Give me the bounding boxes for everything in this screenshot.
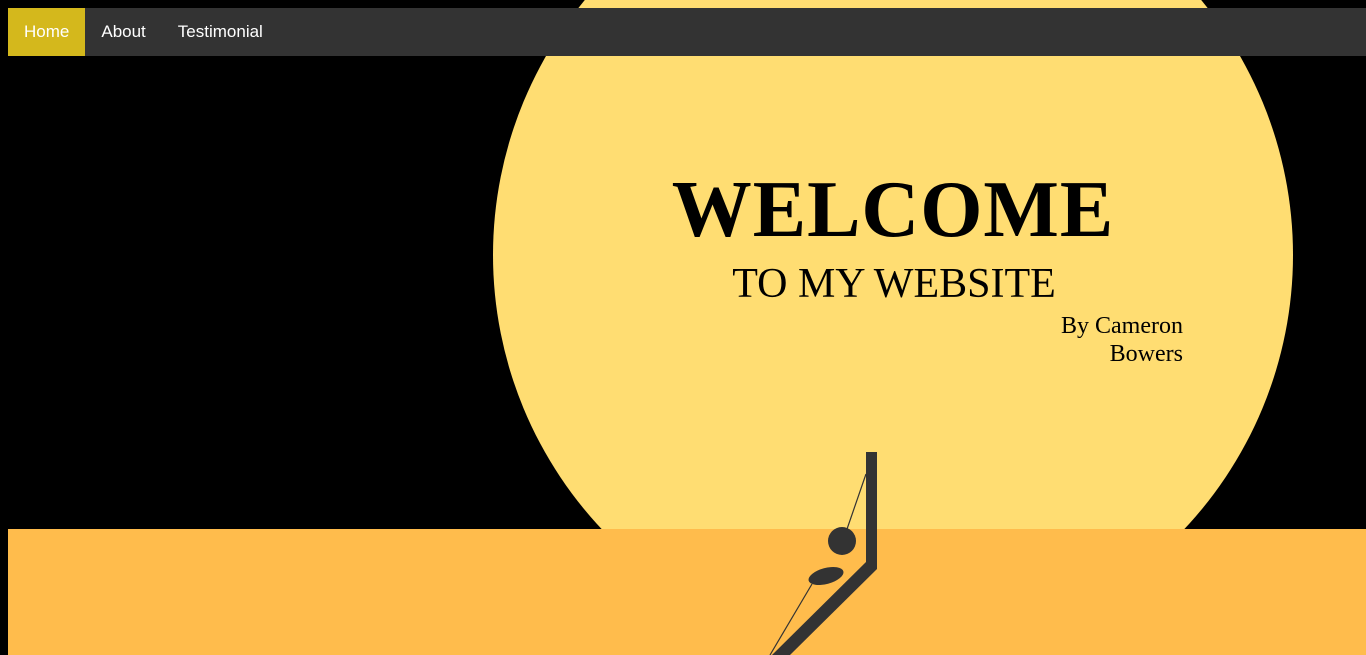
nav-testimonial-link[interactable]: Testimonial [162, 8, 279, 56]
hero-title: WELCOME [671, 166, 1115, 254]
ground-band [8, 529, 1366, 655]
hero-author: By Cameron Bowers [1040, 312, 1183, 368]
author-line-1: By Cameron [1061, 313, 1183, 339]
nav-home-link[interactable]: Home [8, 8, 86, 56]
hero-subtitle: TO MY WEBSITE [732, 261, 1056, 307]
page: Home About Testimonial WELCOME TO MY WEB… [0, 0, 1366, 655]
author-line-2: Bowers [1109, 341, 1183, 367]
top-navbar: Home About Testimonial [8, 8, 1366, 56]
nav-about-link[interactable]: About [85, 8, 161, 56]
